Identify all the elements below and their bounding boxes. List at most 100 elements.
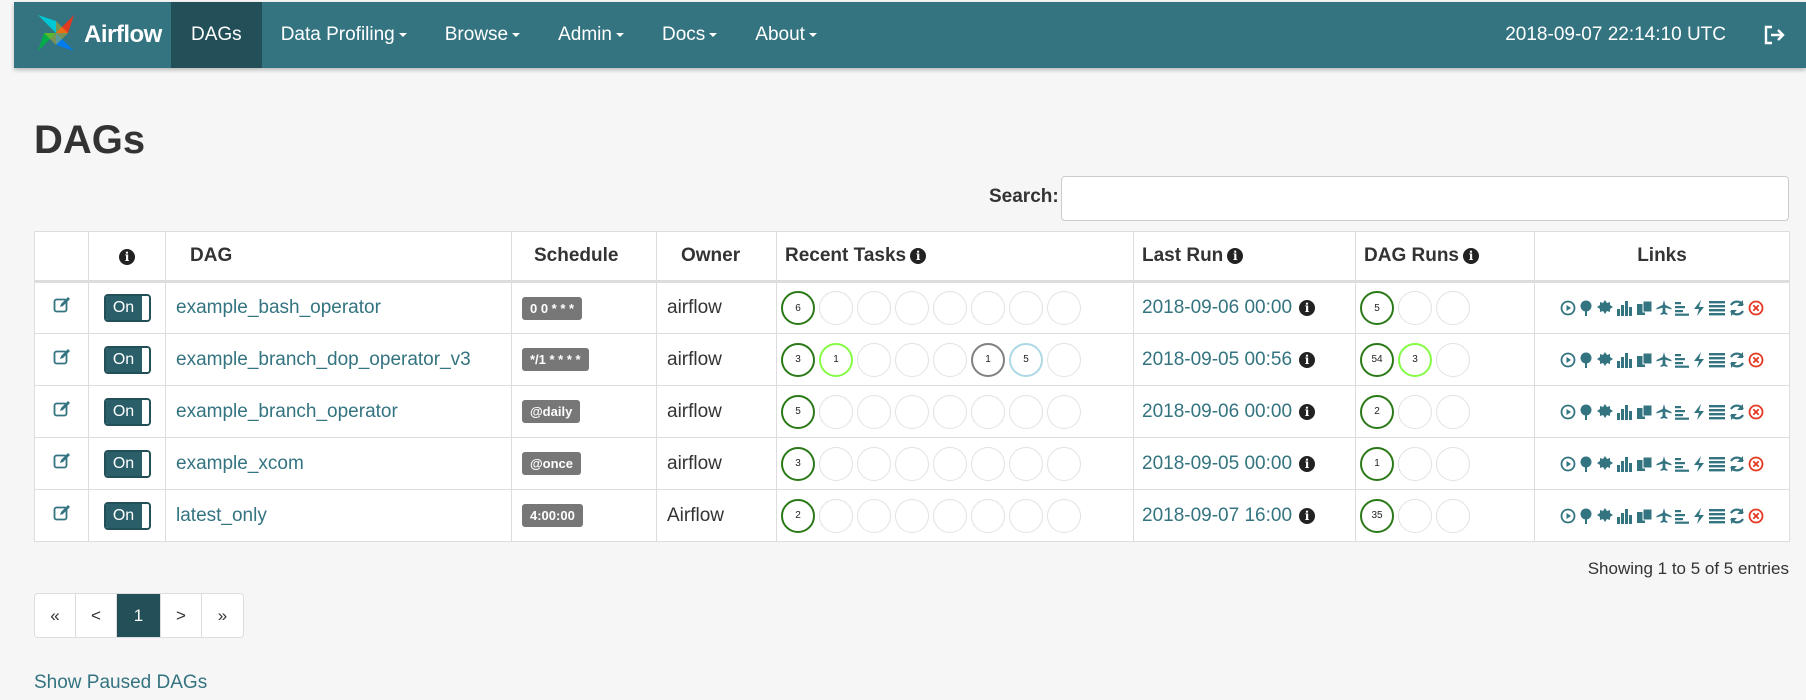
task-state-circle[interactable]: 1 xyxy=(819,342,853,377)
task-state-circle[interactable] xyxy=(819,446,853,481)
dag-link[interactable]: example_branch_operator xyxy=(176,401,398,422)
dag-run-state-circle[interactable] xyxy=(1436,342,1470,377)
dag-link[interactable]: example_xcom xyxy=(176,453,304,474)
dag-pause-toggle[interactable]: On xyxy=(103,449,151,478)
last-run-link[interactable]: 2018-09-07 16:00 xyxy=(1142,505,1292,527)
task-state-circle[interactable] xyxy=(819,291,853,325)
delete-dag-icon[interactable] xyxy=(1748,352,1764,368)
task-state-circle[interactable]: 3 xyxy=(781,446,815,481)
logs-icon[interactable] xyxy=(1708,456,1726,472)
task-state-circle[interactable] xyxy=(933,498,967,533)
task-state-circle[interactable]: 6 xyxy=(781,291,815,325)
task-tries-icon[interactable] xyxy=(1636,508,1654,524)
task-state-circle[interactable] xyxy=(1009,498,1043,533)
task-duration-icon[interactable] xyxy=(1616,456,1634,472)
task-state-circle[interactable]: 5 xyxy=(1009,342,1043,377)
tree-view-icon[interactable] xyxy=(1578,404,1594,420)
task-state-circle[interactable] xyxy=(1009,394,1043,429)
tree-view-icon[interactable] xyxy=(1578,456,1594,472)
tree-view-icon[interactable] xyxy=(1578,300,1594,316)
task-state-circle[interactable] xyxy=(857,446,891,481)
task-state-circle[interactable] xyxy=(1047,498,1081,533)
code-view-icon[interactable] xyxy=(1692,507,1706,524)
graph-view-icon[interactable] xyxy=(1596,299,1614,317)
delete-dag-icon[interactable] xyxy=(1748,508,1764,524)
dag-run-state-circle[interactable]: 1 xyxy=(1360,446,1394,481)
nav-data-profiling[interactable]: Data Profiling xyxy=(262,2,426,68)
dag-pause-toggle[interactable]: On xyxy=(103,501,151,530)
dag-run-state-circle[interactable] xyxy=(1436,498,1470,533)
task-state-circle[interactable] xyxy=(971,498,1005,533)
gantt-icon[interactable] xyxy=(1674,508,1690,524)
pagination-first[interactable]: « xyxy=(35,594,76,637)
info-icon[interactable]: i xyxy=(1299,300,1315,316)
edit-icon[interactable] xyxy=(53,296,71,320)
task-state-circle[interactable]: 1 xyxy=(971,342,1005,377)
code-view-icon[interactable] xyxy=(1692,455,1706,472)
task-state-circle[interactable] xyxy=(1009,446,1043,481)
nav-docs[interactable]: Docs xyxy=(643,2,736,68)
delete-dag-icon[interactable] xyxy=(1748,456,1764,472)
edit-icon[interactable] xyxy=(53,348,71,372)
graph-view-icon[interactable] xyxy=(1596,351,1614,369)
tree-view-icon[interactable] xyxy=(1578,352,1594,368)
task-tries-icon[interactable] xyxy=(1636,456,1654,472)
logs-icon[interactable] xyxy=(1708,404,1726,420)
task-state-circle[interactable] xyxy=(857,291,891,325)
dag-run-state-circle[interactable]: 2 xyxy=(1360,394,1394,429)
last-run-link[interactable]: 2018-09-06 00:00 xyxy=(1142,401,1292,423)
dag-run-state-circle[interactable]: 3 xyxy=(1398,342,1432,377)
pagination-page-1[interactable]: 1 xyxy=(117,594,161,637)
trigger-dag-icon[interactable] xyxy=(1560,456,1576,472)
task-state-circle[interactable] xyxy=(857,342,891,377)
info-icon[interactable]: i xyxy=(910,248,927,264)
gantt-icon[interactable] xyxy=(1674,404,1690,420)
delete-dag-icon[interactable] xyxy=(1748,300,1764,316)
trigger-dag-icon[interactable] xyxy=(1560,352,1576,368)
dag-run-state-circle[interactable] xyxy=(1436,394,1470,429)
edit-icon[interactable] xyxy=(53,400,71,424)
header-owner[interactable]: Owner xyxy=(656,231,777,283)
task-tries-icon[interactable] xyxy=(1636,352,1654,368)
trigger-dag-icon[interactable] xyxy=(1560,508,1576,524)
landing-times-icon[interactable] xyxy=(1656,403,1672,420)
info-icon[interactable]: i xyxy=(1463,248,1479,264)
task-state-circle[interactable] xyxy=(1047,291,1081,325)
refresh-icon[interactable] xyxy=(1728,455,1746,473)
task-state-circle[interactable] xyxy=(971,446,1005,481)
info-icon[interactable]: i xyxy=(1299,455,1315,472)
dag-link[interactable]: latest_only xyxy=(176,505,267,526)
code-view-icon[interactable] xyxy=(1692,300,1706,316)
dag-run-state-circle[interactable] xyxy=(1436,291,1470,325)
trigger-dag-icon[interactable] xyxy=(1560,404,1576,420)
task-state-circle[interactable] xyxy=(819,498,853,533)
dag-run-state-circle[interactable] xyxy=(1436,446,1470,481)
dag-run-state-circle[interactable]: 35 xyxy=(1360,498,1394,533)
gantt-icon[interactable] xyxy=(1674,352,1690,368)
refresh-icon[interactable] xyxy=(1728,507,1746,525)
info-icon[interactable]: i xyxy=(1299,351,1315,368)
graph-view-icon[interactable] xyxy=(1596,403,1614,421)
task-state-circle[interactable] xyxy=(933,291,967,325)
dag-run-state-circle[interactable]: 5 xyxy=(1360,291,1394,325)
task-state-circle[interactable] xyxy=(1047,394,1081,429)
trigger-dag-icon[interactable] xyxy=(1560,300,1576,316)
graph-view-icon[interactable] xyxy=(1596,507,1614,525)
tree-view-icon[interactable] xyxy=(1578,508,1594,524)
task-state-circle[interactable]: 3 xyxy=(781,342,815,377)
task-state-circle[interactable]: 5 xyxy=(781,394,815,429)
show-paused-dags-link[interactable]: Show Paused DAGs xyxy=(34,672,207,694)
delete-dag-icon[interactable] xyxy=(1748,404,1764,420)
gantt-icon[interactable] xyxy=(1674,456,1690,472)
task-duration-icon[interactable] xyxy=(1616,300,1634,316)
task-state-circle[interactable] xyxy=(895,394,929,429)
dag-pause-toggle[interactable]: On xyxy=(103,397,151,426)
dag-run-state-circle[interactable] xyxy=(1398,446,1432,481)
task-state-circle[interactable] xyxy=(971,291,1005,325)
task-state-circle[interactable] xyxy=(971,394,1005,429)
task-state-circle[interactable] xyxy=(1009,291,1043,325)
info-icon[interactable]: i xyxy=(1227,248,1244,264)
graph-view-icon[interactable] xyxy=(1596,455,1614,473)
task-tries-icon[interactable] xyxy=(1636,404,1654,420)
dag-pause-toggle[interactable]: On xyxy=(103,294,151,322)
